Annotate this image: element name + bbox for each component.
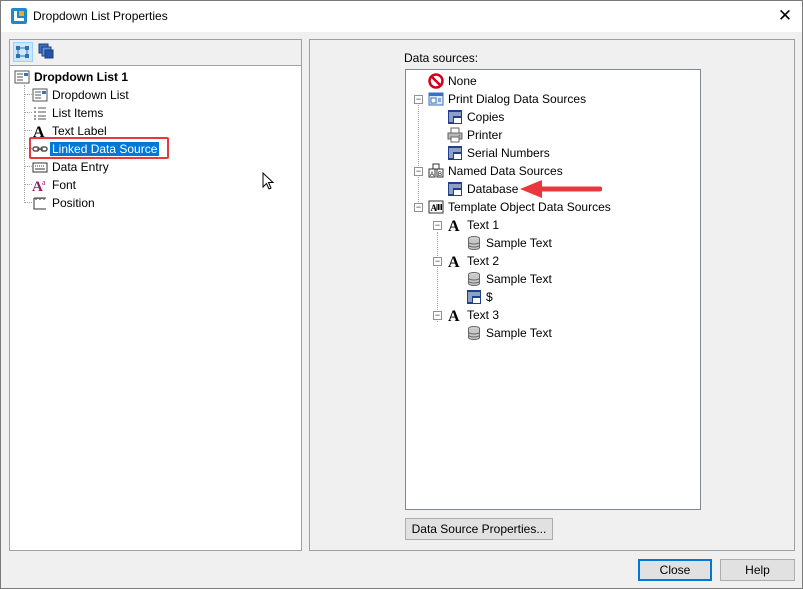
ds-object-label: Text 3 (467, 308, 500, 322)
svg-text:B: B (438, 172, 442, 178)
collapse-toggle[interactable]: − (414, 167, 423, 176)
ds-item-label: Copies (467, 110, 505, 124)
tree-item-label: List Items (52, 106, 104, 120)
tree-connector (24, 202, 32, 203)
tree-connector (24, 112, 32, 113)
collapse-toggle[interactable]: − (414, 95, 423, 104)
text-a-icon: A (448, 218, 460, 233)
tree-connector (24, 166, 32, 167)
tree-view-button[interactable] (13, 42, 33, 62)
font-icon: A a (32, 178, 46, 193)
tree-connector (24, 184, 32, 185)
text-a-icon: A (448, 254, 460, 269)
ds-item-label: $ (486, 290, 493, 304)
tree-item-label: Dropdown List (52, 88, 129, 102)
tree-connector (24, 130, 32, 131)
tree-connector (418, 100, 419, 206)
dropdown-list-icon (14, 70, 30, 84)
database-icon (468, 272, 480, 287)
ds-item-label: Sample Text (486, 326, 552, 340)
red-arrow-annotation (520, 180, 602, 198)
close-button[interactable]: Close (638, 559, 712, 581)
data-source-field-icon (448, 182, 462, 196)
ds-object-label: Text 1 (467, 218, 500, 232)
mouse-cursor-icon (262, 172, 275, 190)
collapse-toggle[interactable]: − (414, 203, 423, 212)
named-sources-icon: A B (428, 163, 444, 178)
property-tree-panel: Dropdown List 1 Dropdown List List Items… (9, 39, 302, 551)
data-sources-label: Data sources: (404, 51, 479, 65)
svg-text:A: A (448, 254, 460, 269)
ds-object-label: Text 2 (467, 254, 500, 268)
close-window-icon[interactable]: ✕ (771, 3, 799, 29)
layers-icon (38, 43, 54, 59)
data-source-field-icon (448, 110, 462, 124)
keyboard-icon (32, 162, 48, 173)
data-source-properties-button[interactable]: Data Source Properties... (405, 518, 553, 540)
printer-icon (447, 127, 463, 143)
ds-item-label: Printer (467, 128, 503, 142)
print-dialog-icon (428, 92, 444, 106)
ds-item-label: Serial Numbers (467, 146, 550, 160)
tree-item-label: Position (52, 196, 95, 210)
svg-text:A: A (448, 218, 460, 233)
tree-item-label: Font (52, 178, 77, 192)
svg-text:A: A (431, 203, 438, 213)
database-icon (468, 326, 480, 341)
help-button[interactable]: Help (720, 559, 795, 581)
collapse-toggle[interactable]: − (433, 311, 442, 320)
ds-item-label: Sample Text (486, 272, 552, 286)
text-a-icon: A (448, 308, 460, 323)
dialog-window: Dropdown List Properties ✕ Dropdown List… (0, 0, 803, 589)
no-entry-icon (428, 73, 444, 89)
ds-item-label: Sample Text (486, 236, 552, 250)
template-objects-icon: A (428, 200, 444, 214)
left-toolbar (10, 40, 301, 66)
ds-group-label: Named Data Sources (448, 164, 563, 178)
tree-connector (437, 232, 438, 322)
tree-item-label: Text Label (52, 124, 107, 138)
title-bar: Dropdown List Properties ✕ (1, 1, 802, 32)
layers-view-button[interactable] (37, 42, 57, 62)
data-source-field-icon (448, 146, 462, 160)
ruler-icon (33, 197, 46, 210)
ds-group-label: Print Dialog Data Sources (448, 92, 587, 106)
data-source-field-icon (467, 290, 481, 304)
collapse-toggle[interactable]: − (433, 257, 442, 266)
dropdown-list-icon (32, 88, 48, 102)
collapse-toggle[interactable]: − (433, 221, 442, 230)
tree-view-icon (16, 46, 29, 58)
tree-connector (24, 94, 32, 95)
window-title: Dropdown List Properties (33, 9, 168, 23)
tree-connector (24, 85, 25, 203)
ds-group-label: Template Object Data Sources (448, 200, 611, 214)
red-highlight-box (29, 137, 169, 159)
ds-item-label: Database (467, 182, 519, 196)
app-icon (11, 8, 27, 24)
database-icon (468, 236, 480, 251)
svg-text:A: A (430, 172, 434, 178)
tree-root-label: Dropdown List 1 (34, 70, 128, 84)
svg-text:a: a (42, 178, 46, 187)
list-items-icon (34, 107, 46, 120)
data-sources-tree[interactable]: None − Print Dialog Data Sources Copies (405, 69, 701, 510)
svg-text:A: A (448, 308, 460, 323)
tree-item-label: Data Entry (52, 160, 109, 174)
ds-item-label: None (448, 74, 477, 88)
